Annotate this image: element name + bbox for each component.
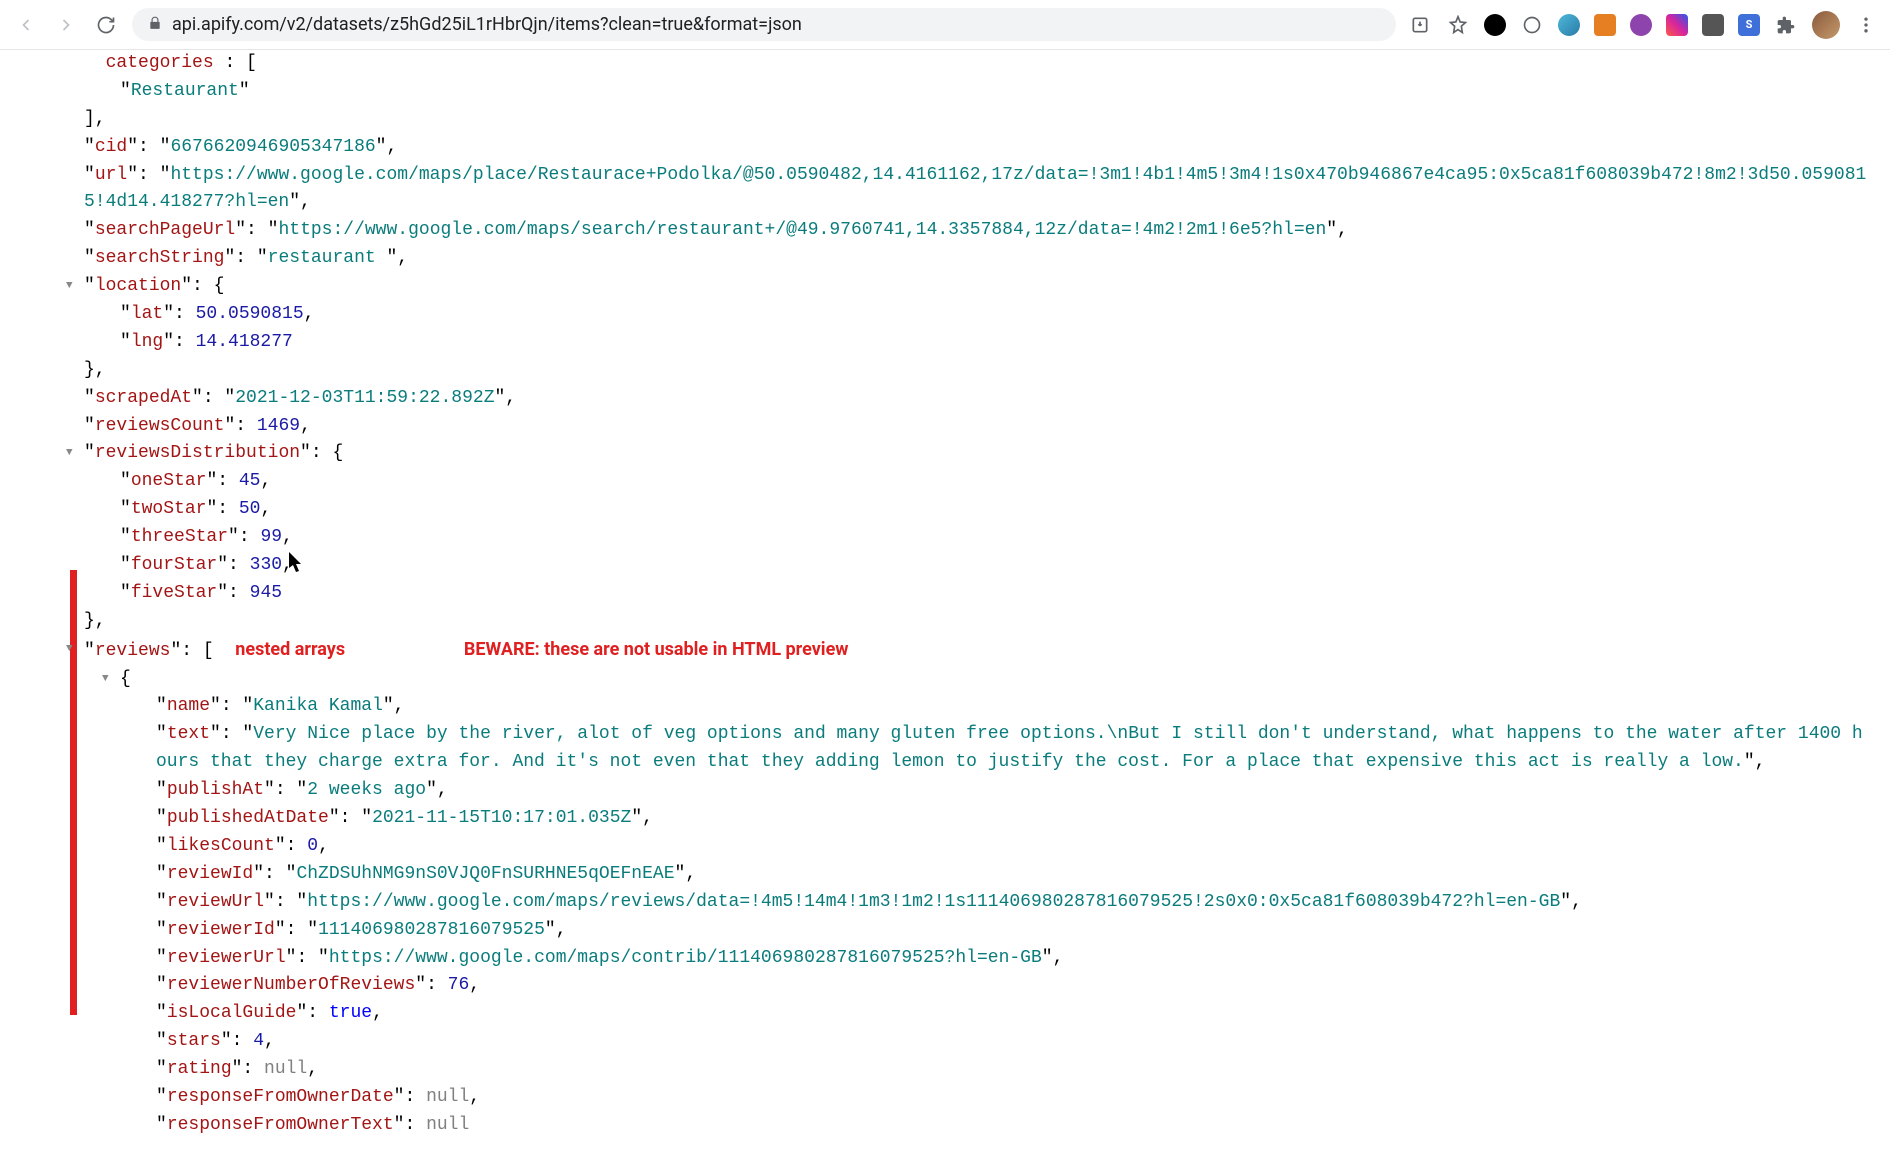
json-line: "responseFromOwnerText": null: [84, 1112, 1870, 1140]
extension-icon-3[interactable]: [1558, 14, 1580, 36]
install-icon[interactable]: [1408, 13, 1432, 37]
extension-icon-7[interactable]: [1702, 14, 1724, 36]
json-line: "oneStar": 45,: [84, 468, 1870, 496]
back-button[interactable]: [12, 11, 40, 39]
json-line: "isLocalGuide": true,: [84, 1000, 1870, 1028]
url-text: api.apify.com/v2/datasets/z5hGd25iL1rHbr…: [172, 14, 1380, 35]
json-line: "reviewsCount": 1469,: [84, 413, 1870, 441]
annotation-beware: BEWARE: these are not usable in HTML pre…: [464, 636, 849, 664]
json-line: "fourStar": 330,: [84, 552, 1870, 580]
json-line: "Restaurant": [84, 78, 1870, 106]
json-line: "lat": 50.0590815,: [84, 301, 1870, 329]
json-line: "reviewerId": "111406980287816079525",: [84, 917, 1870, 945]
extension-icon-5[interactable]: [1630, 14, 1652, 36]
json-line: "stars": 4,: [84, 1028, 1870, 1056]
json-line: "fiveStar": 945: [84, 580, 1870, 608]
json-line: "searchString": "restaurant ",: [84, 245, 1870, 273]
json-line: categories : [: [84, 50, 1870, 78]
json-line: },: [84, 357, 1870, 385]
json-line: "reviewId": "ChZDSUhNMG9nS0VJQ0FnSURHNE5…: [84, 861, 1870, 889]
extension-icon-4[interactable]: [1594, 14, 1616, 36]
extension-icon-6[interactable]: [1666, 14, 1688, 36]
json-line: "searchPageUrl": "https://www.google.com…: [84, 217, 1870, 245]
json-viewer: categories : [ "Restaurant" ], "cid": "6…: [0, 50, 1890, 1158]
json-line: ▼"reviews": [ nested arrays BEWARE: thes…: [84, 636, 1870, 666]
json-line: "publishedAtDate": "2021-11-15T10:17:01.…: [84, 805, 1870, 833]
extension-icon-1[interactable]: [1484, 14, 1506, 36]
json-line: "lng": 14.418277: [84, 329, 1870, 357]
collapse-toggle[interactable]: ▼: [66, 273, 73, 295]
json-line: "likesCount": 0,: [84, 833, 1870, 861]
json-line: ▼"location": {: [84, 273, 1870, 301]
json-line: "reviewerUrl": "https://www.google.com/m…: [84, 945, 1870, 973]
address-bar[interactable]: api.apify.com/v2/datasets/z5hGd25iL1rHbr…: [132, 8, 1396, 41]
collapse-toggle[interactable]: ▼: [66, 440, 73, 462]
json-line: "cid": "6676620946905347186",: [84, 134, 1870, 162]
extension-icon-2[interactable]: [1520, 13, 1544, 37]
lock-icon: [148, 14, 162, 35]
forward-button[interactable]: [52, 11, 80, 39]
reload-button[interactable]: [92, 11, 120, 39]
json-line: ▼"reviewsDistribution": {: [84, 440, 1870, 468]
extensions-menu-icon[interactable]: [1774, 13, 1798, 37]
json-line: "name": "Kanika Kamal",: [84, 693, 1870, 721]
json-line: ],: [84, 106, 1870, 134]
menu-icon[interactable]: [1854, 13, 1878, 37]
json-line: "twoStar": 50,: [84, 496, 1870, 524]
json-line: "publishAt": "2 weeks ago",: [84, 777, 1870, 805]
json-line: "rating": null,: [84, 1056, 1870, 1084]
json-line: "text": "Very Nice place by the river, a…: [84, 721, 1870, 777]
profile-avatar[interactable]: [1812, 11, 1840, 39]
json-line: "reviewerNumberOfReviews": 76,: [84, 972, 1870, 1000]
toolbar-icons: S: [1408, 11, 1878, 39]
collapse-toggle[interactable]: ▼: [66, 636, 73, 658]
json-line: "url": "https://www.google.com/maps/plac…: [84, 162, 1870, 218]
annotation-nested: nested arrays: [235, 636, 345, 664]
json-line: "scrapedAt": "2021-12-03T11:59:22.892Z",: [84, 385, 1870, 413]
json-line: },: [84, 608, 1870, 636]
browser-toolbar: api.apify.com/v2/datasets/z5hGd25iL1rHbr…: [0, 0, 1890, 50]
json-line: ▼{: [84, 666, 1870, 694]
json-line: "threeStar": 99,: [84, 524, 1870, 552]
json-line: "responseFromOwnerDate": null,: [84, 1084, 1870, 1112]
json-line: "reviewUrl": "https://www.google.com/map…: [84, 889, 1870, 917]
collapse-toggle[interactable]: ▼: [102, 666, 109, 688]
star-icon[interactable]: [1446, 13, 1470, 37]
extension-icon-8[interactable]: S: [1738, 14, 1760, 36]
